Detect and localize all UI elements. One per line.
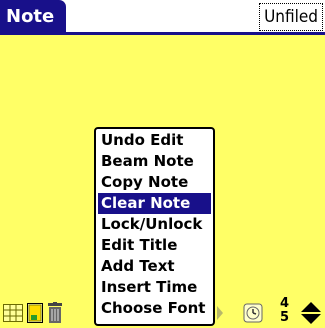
app-title: Note xyxy=(0,0,66,34)
menu-item-copy-note[interactable]: Copy Note xyxy=(98,172,211,193)
grid-view-icon[interactable] xyxy=(3,304,23,322)
page-number-top: 4 xyxy=(280,296,290,311)
clock-icon[interactable] xyxy=(243,303,263,323)
menu-item-edit-title[interactable]: Edit Title xyxy=(98,235,211,256)
page-number-bottom: 5 xyxy=(280,310,290,325)
memo-icon[interactable] xyxy=(27,303,43,323)
menu-item-beam-note[interactable]: Beam Note xyxy=(98,151,211,172)
note-screen[interactable]: Note Unfiled 4 5 Undo Edit Beam Note Cop… xyxy=(0,0,325,328)
title-underline xyxy=(0,32,325,35)
menu-item-add-text[interactable]: Add Text xyxy=(98,256,211,277)
category-selector[interactable]: Unfiled xyxy=(259,3,323,31)
options-menu: Undo Edit Beam Note Copy Note Clear Note… xyxy=(94,127,215,326)
menu-item-insert-time[interactable]: Insert Time xyxy=(98,277,211,298)
trash-icon[interactable] xyxy=(47,302,63,324)
partial-arrow-icon xyxy=(217,306,223,320)
menu-item-lock-unlock[interactable]: Lock/Unlock xyxy=(98,214,211,235)
title-bar: Note Unfiled xyxy=(0,0,325,35)
menu-item-clear-note[interactable]: Clear Note xyxy=(98,193,211,214)
menu-item-choose-font[interactable]: Choose Font xyxy=(98,298,211,319)
scroll-arrows-icon[interactable] xyxy=(300,301,322,325)
menu-item-undo-edit[interactable]: Undo Edit xyxy=(98,130,211,151)
